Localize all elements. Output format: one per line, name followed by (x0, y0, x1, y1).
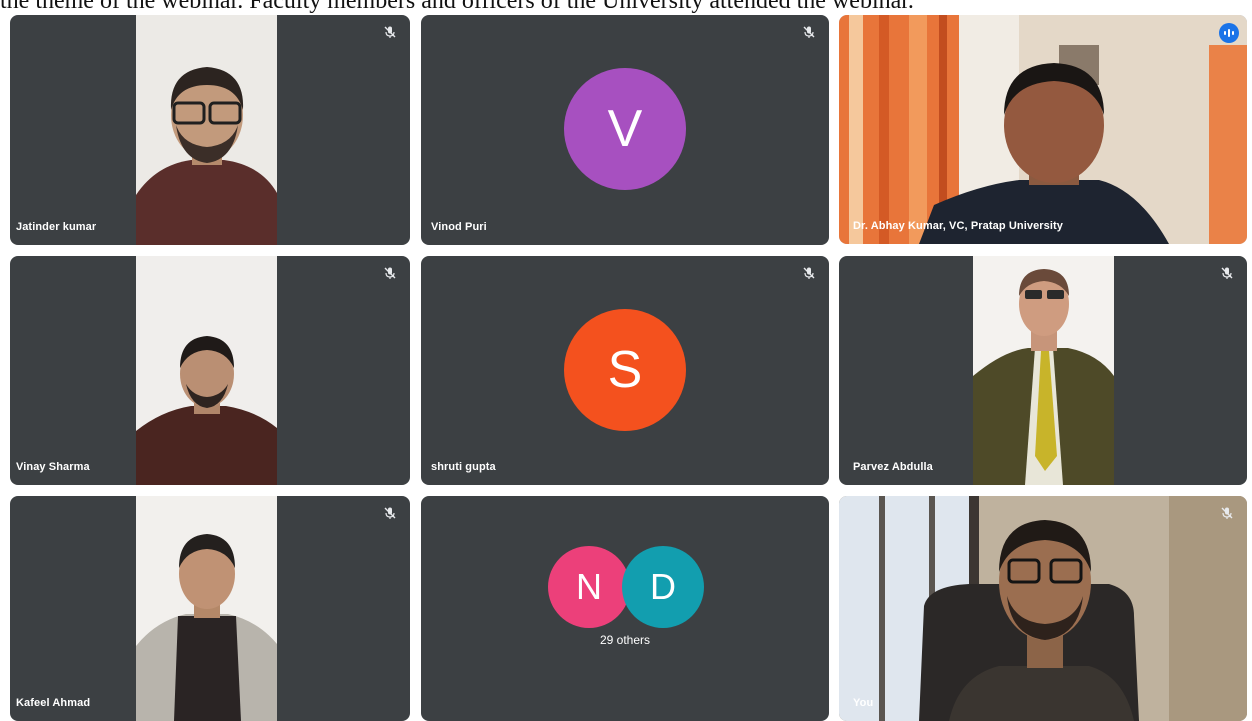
mic-off-icon (384, 26, 396, 38)
participant-tile-vinay-sharma[interactable]: Vinay Sharma (10, 256, 410, 485)
mic-off-icon (1221, 507, 1233, 519)
participant-avatar: D (622, 546, 704, 628)
participant-video (973, 256, 1114, 485)
participant-avatar: V (564, 68, 686, 190)
participant-avatar: N (548, 546, 630, 628)
participant-video (136, 256, 277, 485)
speaking-indicator-icon (1219, 23, 1239, 43)
participant-tile-parvez-abdulla[interactable]: Parvez Abdulla (839, 256, 1247, 485)
participant-video (136, 15, 277, 245)
others-count: 29 others (599, 633, 651, 647)
others-tile[interactable]: N D 29 others (421, 496, 829, 721)
participant-tile-kafeel-ahmad[interactable]: Kafeel Ahmad (10, 496, 410, 721)
participant-name: Vinay Sharma (16, 461, 90, 473)
participant-video (839, 15, 1247, 244)
participant-tile-shruti-gupta[interactable]: S shruti gupta (421, 256, 829, 485)
mic-off-icon (803, 267, 815, 279)
participant-name: Dr. Abhay Kumar, VC, Pratap University (853, 220, 1064, 232)
mic-off-icon (803, 26, 815, 38)
participant-name: Vinod Puri (431, 221, 487, 233)
person-silhouette (136, 336, 277, 485)
participant-name: Parvez Abdulla (853, 461, 933, 473)
office-background (839, 496, 1247, 721)
participant-avatar: S (564, 309, 686, 431)
participant-video (839, 496, 1247, 721)
meeting-grid: Jatinder kumar V Vinod Puri Dr. Abhay Ku… (0, 0, 1252, 721)
person-silhouette (136, 534, 277, 721)
participant-tile-vinod-puri[interactable]: V Vinod Puri (421, 15, 829, 245)
mic-off-icon (384, 267, 396, 279)
participant-tile-abhay-kumar[interactable]: Dr. Abhay Kumar, VC, Pratap University (839, 15, 1247, 244)
participant-name: shruti gupta (431, 461, 496, 473)
participant-name: You (853, 697, 874, 709)
person-silhouette (973, 269, 1114, 485)
mic-off-icon (384, 507, 396, 519)
office-background (839, 15, 1247, 244)
participant-name: Jatinder kumar (16, 221, 97, 233)
mic-off-icon (1221, 267, 1233, 279)
participant-name: Kafeel Ahmad (16, 697, 91, 709)
participant-video (136, 496, 277, 721)
participant-tile-jatinder-kumar[interactable]: Jatinder kumar (10, 15, 410, 245)
person-silhouette (136, 67, 277, 245)
participant-tile-self[interactable]: You (839, 496, 1247, 721)
